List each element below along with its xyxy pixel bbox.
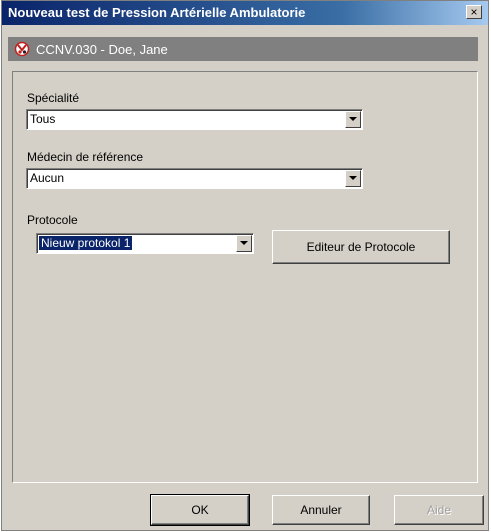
title-bar[interactable]: Nouveau test de Pression Artérielle Ambu… [2,1,488,25]
protocol-label: Protocole [27,213,78,227]
form-panel [12,71,478,483]
chevron-down-icon[interactable] [345,170,361,187]
window-title: Nouveau test de Pression Artérielle Ambu… [8,5,306,20]
dialog-window: Nouveau test de Pression Artérielle Ambu… [1,0,489,531]
close-button[interactable]: × [466,5,482,19]
referring-physician-value: Aucun [30,171,65,185]
patient-header: CCNV.030 - Doe, Jane [8,37,478,61]
help-button[interactable]: Aide [394,495,484,525]
patient-label: CCNV.030 - Doe, Jane [36,42,168,57]
protocol-value: Nieuw protokol 1 [39,236,133,250]
ok-button[interactable]: OK [150,494,250,526]
specialty-select[interactable]: Tous [26,109,363,130]
protocol-editor-button[interactable]: Editeur de Protocole [272,230,450,264]
referring-physician-label: Médecin de référence [27,150,144,164]
protocol-select[interactable]: Nieuw protokol 1 [36,233,254,254]
patient-icon [14,41,30,57]
specialty-label: Spécialité [27,91,80,105]
referring-physician-select[interactable]: Aucun [26,168,363,189]
close-icon: × [470,5,478,19]
cancel-button[interactable]: Annuler [272,495,370,525]
chevron-down-icon[interactable] [236,235,252,252]
specialty-value: Tous [30,112,56,126]
chevron-down-icon[interactable] [345,111,361,128]
